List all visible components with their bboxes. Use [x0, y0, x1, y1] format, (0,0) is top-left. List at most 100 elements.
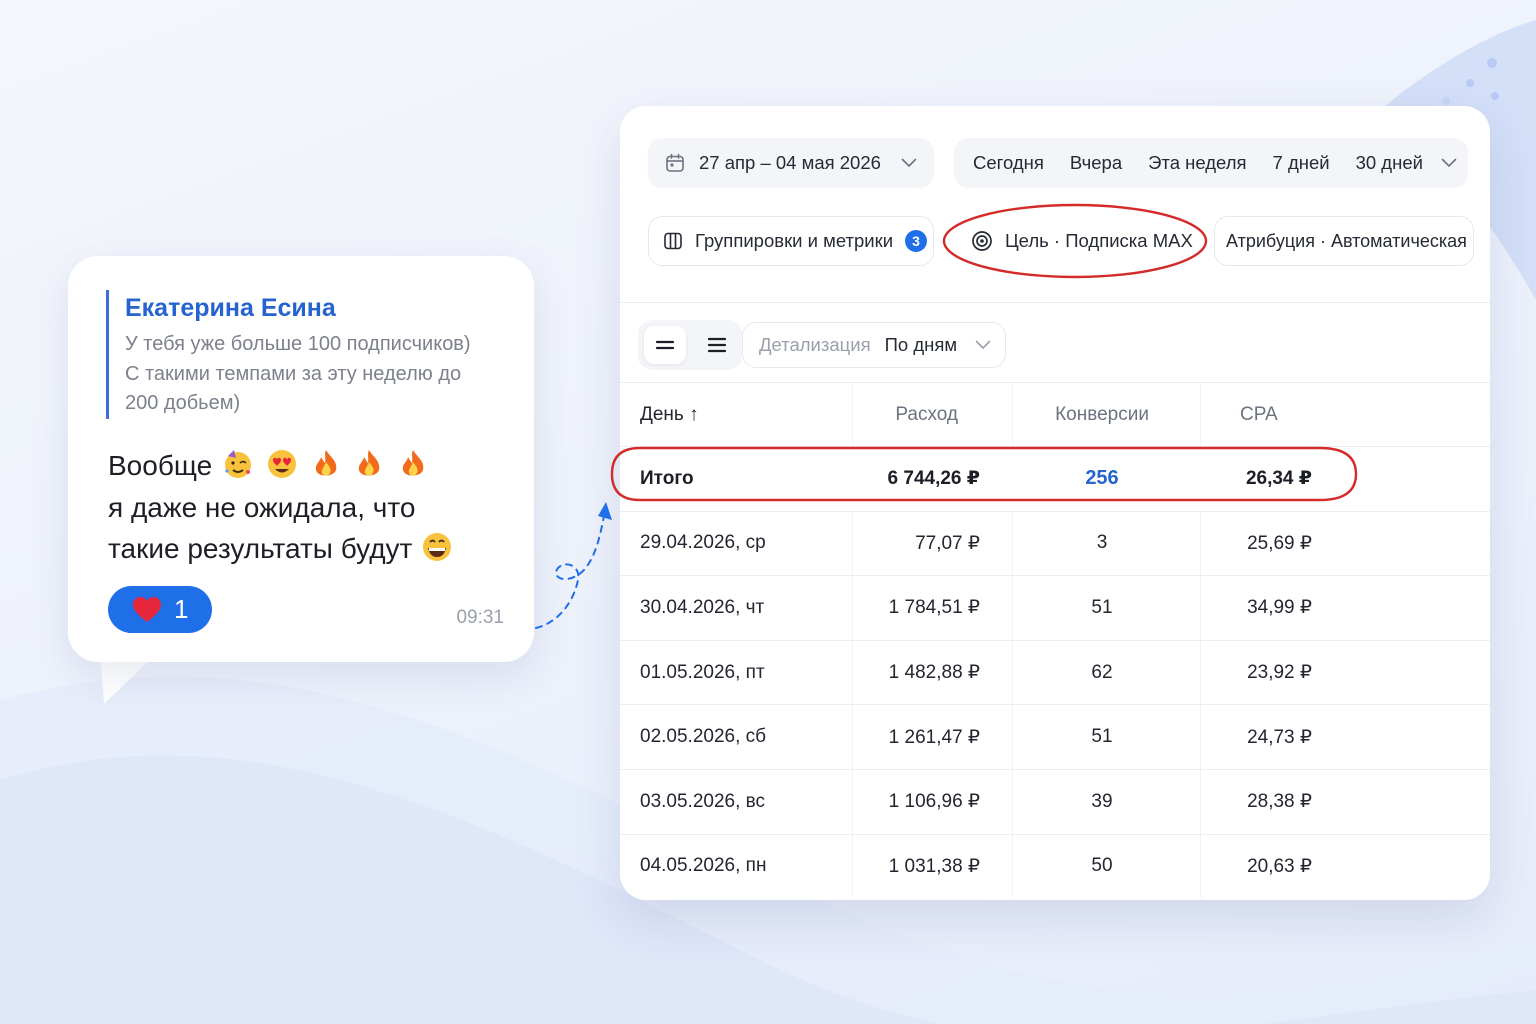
column-header-day[interactable]: День ↑: [640, 383, 699, 446]
fire-emoji-icon: [359, 450, 380, 476]
column-divider: [1200, 769, 1201, 834]
statistics-panel: 27 апр – 04 мая 2026 Сегодня Вчера Эта н…: [620, 106, 1490, 900]
calendar-icon: [666, 153, 684, 172]
row-cpa: 24,73 ₽: [1247, 726, 1312, 748]
row-day: 30.04.2026, чт: [640, 596, 765, 618]
column-divider: [1200, 511, 1201, 576]
groupings-count-badge: 3: [905, 230, 928, 252]
period-presets: Сегодня Вчера Эта неделя 7 дней 30 дней: [954, 138, 1468, 188]
table-row: 29.04.2026, ср 77,07 ₽ 3 25,69 ₽: [620, 510, 1490, 576]
list-rows-icon: [707, 337, 727, 353]
quote-line: С такими темпами за эту неделю до: [125, 362, 462, 385]
heart-eyes-emoji-icon: [267, 450, 296, 478]
detail-label: Детализация: [759, 334, 871, 355]
quote-text: У тебя уже больше 100 подписчиков) С так…: [125, 330, 506, 419]
divider: [620, 302, 1490, 303]
grinning-face-emoji-icon: [423, 533, 452, 561]
total-label: Итого: [640, 467, 694, 489]
detail-value: По дням: [884, 334, 958, 355]
total-spend: 6 744,26 ₽: [887, 468, 980, 490]
goal-selector[interactable]: Цель · Подписка MAX: [954, 216, 1204, 266]
row-conversions: 39: [1091, 790, 1113, 812]
row-day: 02.05.2026, сб: [640, 726, 767, 748]
column-header-spend[interactable]: Расход: [895, 383, 958, 446]
total-row: Итого 6 744,26 ₽ 256 26,34 ₽: [620, 446, 1490, 511]
column-divider: [852, 511, 853, 576]
row-cpa: 20,63 ₽: [1247, 855, 1312, 877]
table-row: 04.05.2026, пн 1 031,38 ₽ 50 20,63 ₽: [620, 833, 1490, 899]
date-range-text: 27 апр – 04 мая 2026: [699, 152, 881, 173]
column-divider: [1200, 383, 1201, 446]
chat-message-bubble: Екатерина Есина У тебя уже больше 100 по…: [68, 256, 534, 662]
row-conversions: 3: [1096, 532, 1108, 554]
column-divider: [852, 705, 853, 769]
row-spend: 1 031,38 ₽: [888, 855, 980, 877]
row-conversions: 50: [1091, 855, 1113, 877]
detail-select[interactable]: Детализация По дням: [742, 322, 1006, 368]
row-spend: 1 482,88 ₽: [888, 662, 980, 684]
comfortable-view-button[interactable]: [696, 326, 738, 364]
party-face-emoji-icon: [224, 450, 251, 478]
table-row: 02.05.2026, сб 1 261,47 ₽ 51 24,73 ₽: [620, 704, 1490, 769]
table-row: 01.05.2026, пт 1 482,88 ₽ 62 23,92 ₽: [620, 639, 1490, 705]
column-header-cpa[interactable]: CPA: [1240, 383, 1278, 446]
table-header-row: День ↑ Расход Конверсии CPA: [620, 382, 1490, 446]
quote-line: У тебя уже больше 100 подписчиков): [125, 333, 471, 355]
table-row: 03.05.2026, вс 1 106,96 ₽ 39 28,38 ₽: [620, 768, 1490, 834]
row-spend: 1 261,47 ₽: [888, 726, 980, 748]
attribution-selector[interactable]: Атрибуция · Автоматическая: [1214, 216, 1474, 266]
total-conversions[interactable]: 256: [1012, 447, 1192, 511]
period-this-week[interactable]: Эта неделя: [1148, 152, 1246, 174]
column-divider: [852, 576, 853, 640]
row-conversions: 62: [1091, 661, 1113, 683]
target-icon: [972, 231, 992, 251]
row-spend: 1 784,51 ₽: [888, 597, 980, 619]
attribution-label: Атрибуция · Автоматическая: [1226, 230, 1467, 251]
heart-icon: [133, 596, 161, 622]
row-conversions: 51: [1091, 726, 1113, 748]
groupings-metrics-button[interactable]: Группировки и метрики 3: [648, 216, 934, 266]
reply-quote[interactable]: Екатерина Есина У тебя уже больше 100 по…: [106, 290, 506, 419]
columns-icon: [664, 232, 682, 250]
column-divider: [852, 640, 853, 705]
heart-reaction-button[interactable]: 1: [108, 586, 212, 633]
row-spend: 1 106,96 ₽: [888, 791, 980, 813]
column-divider: [852, 383, 853, 446]
fire-emoji-icon: [315, 450, 336, 476]
quote-author: Екатерина Есина: [125, 294, 336, 322]
total-cpa: 26,34 ₽: [1245, 468, 1312, 490]
period-7-days[interactable]: 7 дней: [1273, 152, 1330, 174]
groupings-label: Группировки и метрики: [695, 230, 894, 251]
quote-line: 200 добьем): [125, 392, 241, 414]
row-day: 04.05.2026, пн: [640, 855, 767, 877]
row-day: 01.05.2026, пт: [640, 661, 765, 683]
chevron-down-icon[interactable]: [1441, 158, 1457, 168]
goal-label: Цель · Подписка MAX: [1005, 230, 1193, 251]
dashed-arrow: [535, 515, 605, 629]
row-density-toggle: [638, 320, 742, 370]
column-divider: [1200, 705, 1201, 769]
chevron-down-icon: [975, 340, 991, 350]
period-today[interactable]: Сегодня: [973, 152, 1044, 174]
column-divider: [1200, 640, 1201, 705]
statistics-table: День ↑ Расход Конверсии CPA Итого 6 744,…: [620, 382, 1490, 899]
row-cpa: 23,92 ₽: [1247, 662, 1312, 684]
row-spend: 77,07 ₽: [915, 532, 980, 554]
chevron-down-icon: [901, 158, 917, 168]
column-divider: [852, 769, 853, 834]
message-line: я даже не ожидала, что: [108, 492, 416, 523]
row-cpa: 34,99 ₽: [1247, 597, 1312, 619]
message-time: 09:31: [456, 607, 504, 628]
column-header-conversions[interactable]: Конверсии: [1012, 383, 1192, 446]
date-range-picker[interactable]: 27 апр – 04 мая 2026: [648, 138, 934, 188]
message-text: такие результаты будут: [108, 533, 413, 564]
compact-rows-icon: [655, 340, 675, 350]
row-cpa: 25,69 ₽: [1247, 532, 1312, 554]
compact-view-button[interactable]: [644, 326, 686, 364]
period-30-days[interactable]: 30 дней: [1356, 152, 1423, 174]
reaction-count: 1: [174, 594, 189, 624]
period-yesterday[interactable]: Вчера: [1070, 152, 1122, 174]
row-cpa: 28,38 ₽: [1247, 791, 1312, 813]
arrow-head-icon: [598, 502, 612, 520]
column-divider: [1200, 576, 1201, 640]
